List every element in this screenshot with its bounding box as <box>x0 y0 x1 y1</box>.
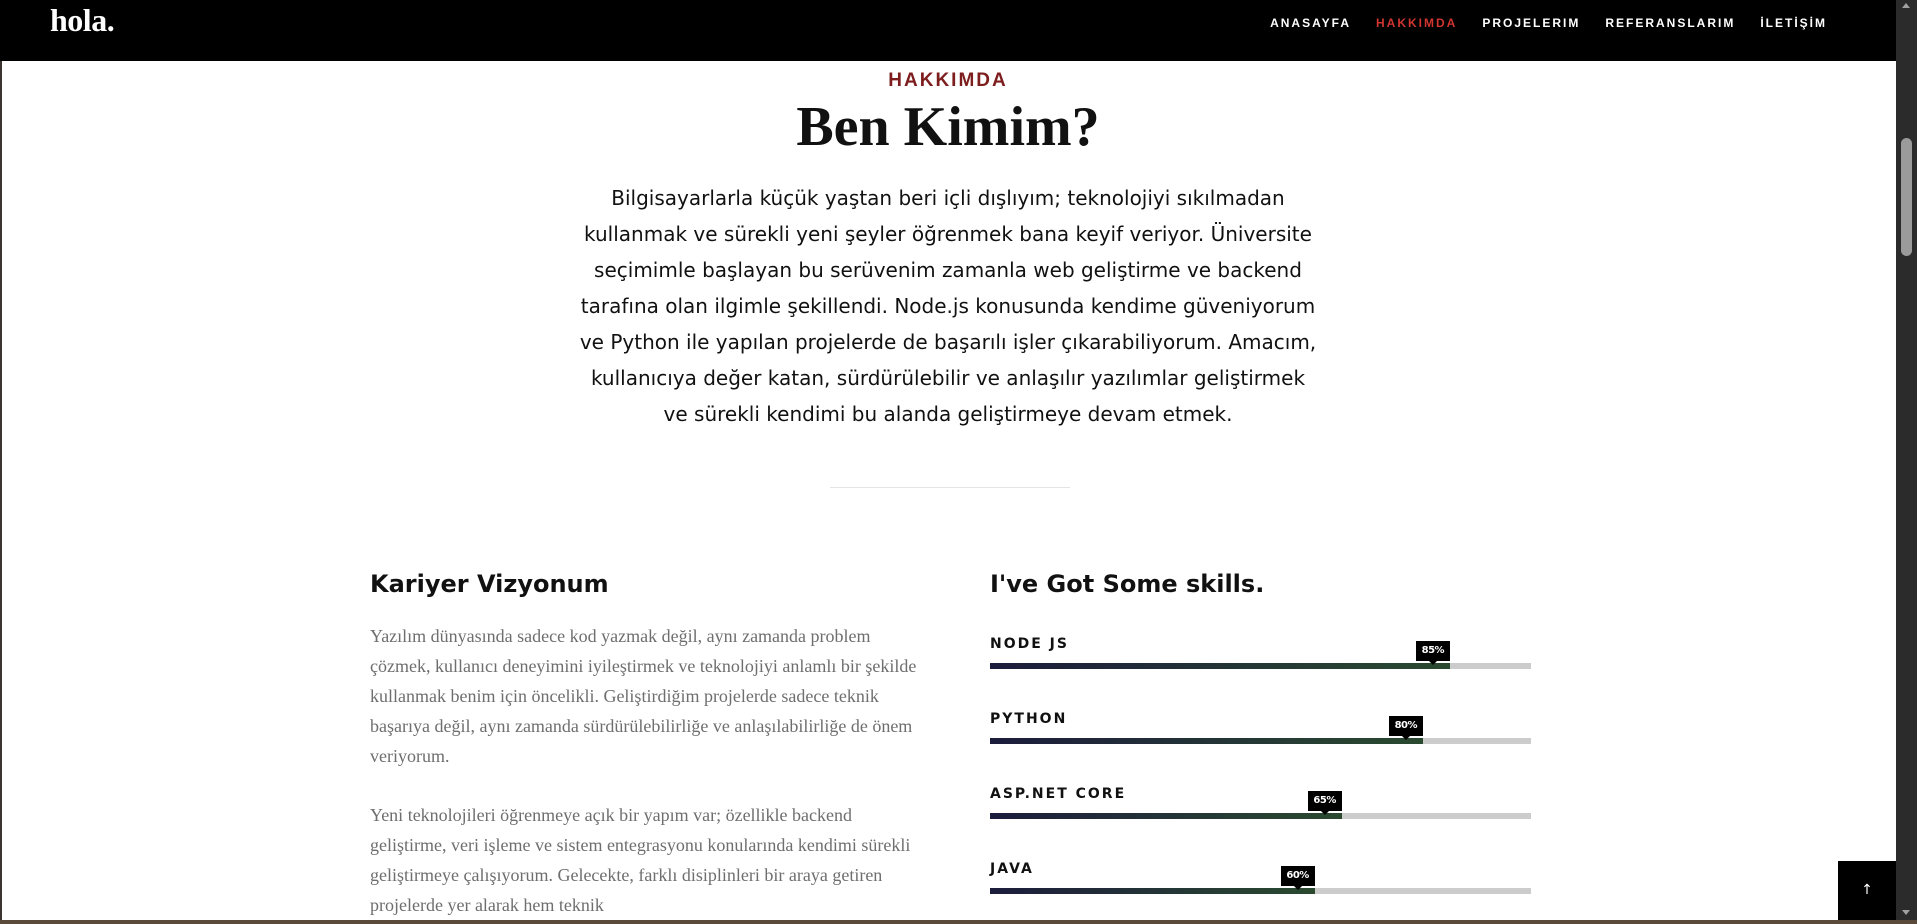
back-to-top-button[interactable]: ↑ <box>1838 861 1896 920</box>
skill-percent-tooltip: 60% <box>1280 866 1315 890</box>
skill-track: 80% <box>990 716 1531 744</box>
skill-fill <box>990 663 1450 669</box>
skill-node-js: NODE JS 85% <box>990 636 1531 676</box>
main-nav: ANASAYFA HAKKIMDA PROJELERIM REFERANSLAR… <box>1245 16 1827 30</box>
scroll-up-icon[interactable] <box>1902 3 1910 8</box>
skill-track: 85% <box>990 641 1531 669</box>
career-paragraph: Yazılım dünyasında sadece kod yazmak değ… <box>370 626 917 766</box>
section-divider <box>830 487 1070 488</box>
career-paragraph: Yeni teknolojileri öğrenmeye açık bir ya… <box>370 805 911 915</box>
section-title: Ben Kimim? <box>796 96 1100 158</box>
skill-track: 65% <box>990 791 1531 819</box>
nav-item-hakkimda[interactable]: HAKKIMDA <box>1376 16 1457 30</box>
skill-java: JAVA 60% <box>990 861 1531 901</box>
skill-name: NODE JS <box>990 636 1069 652</box>
skill-name: JAVA <box>990 861 1034 877</box>
skill-fill <box>990 738 1423 744</box>
skill-name: PYTHON <box>990 711 1068 727</box>
skill-track: 60% <box>990 866 1531 894</box>
scrollbar-thumb[interactable] <box>1901 138 1912 256</box>
window-border-bottom <box>0 920 1917 924</box>
intro-text: Bilgisayarlarla küçük yaştan beri içli d… <box>579 186 1317 426</box>
skill-percent-tooltip: 65% <box>1307 791 1342 815</box>
skill-percent-tooltip: 80% <box>1388 716 1423 740</box>
skill-fill <box>990 888 1315 894</box>
scroll-down-icon[interactable] <box>1902 910 1910 915</box>
career-title: Kariyer Vizyonum <box>370 570 609 598</box>
nav-item-projelerim[interactable]: PROJELERIM <box>1482 16 1580 30</box>
nav-item-iletisim[interactable]: İLETİŞİM <box>1760 16 1827 30</box>
skill-name: ASP.NET CORE <box>990 786 1127 802</box>
nav-item-anasayfa[interactable]: ANASAYFA <box>1270 16 1351 30</box>
skill-percent-tooltip: 85% <box>1415 641 1450 665</box>
skill-fill <box>990 813 1342 819</box>
site-logo[interactable]: hola. <box>50 2 115 39</box>
section-eyebrow: HAKKIMDA <box>888 70 1008 91</box>
skill-python: PYTHON 80% <box>990 711 1531 751</box>
nav-item-referanslarim[interactable]: REFERANSLARIM <box>1605 16 1735 30</box>
arrow-up-icon: ↑ <box>1861 882 1873 898</box>
skill-asp-net-core: ASP.NET CORE 65% <box>990 786 1531 826</box>
site-header: hola. ANASAYFA HAKKIMDA PROJELERIM REFER… <box>0 0 1896 61</box>
skills-title: I've Got Some skills. <box>990 570 1265 598</box>
page-scrollbar[interactable] <box>1896 0 1917 920</box>
